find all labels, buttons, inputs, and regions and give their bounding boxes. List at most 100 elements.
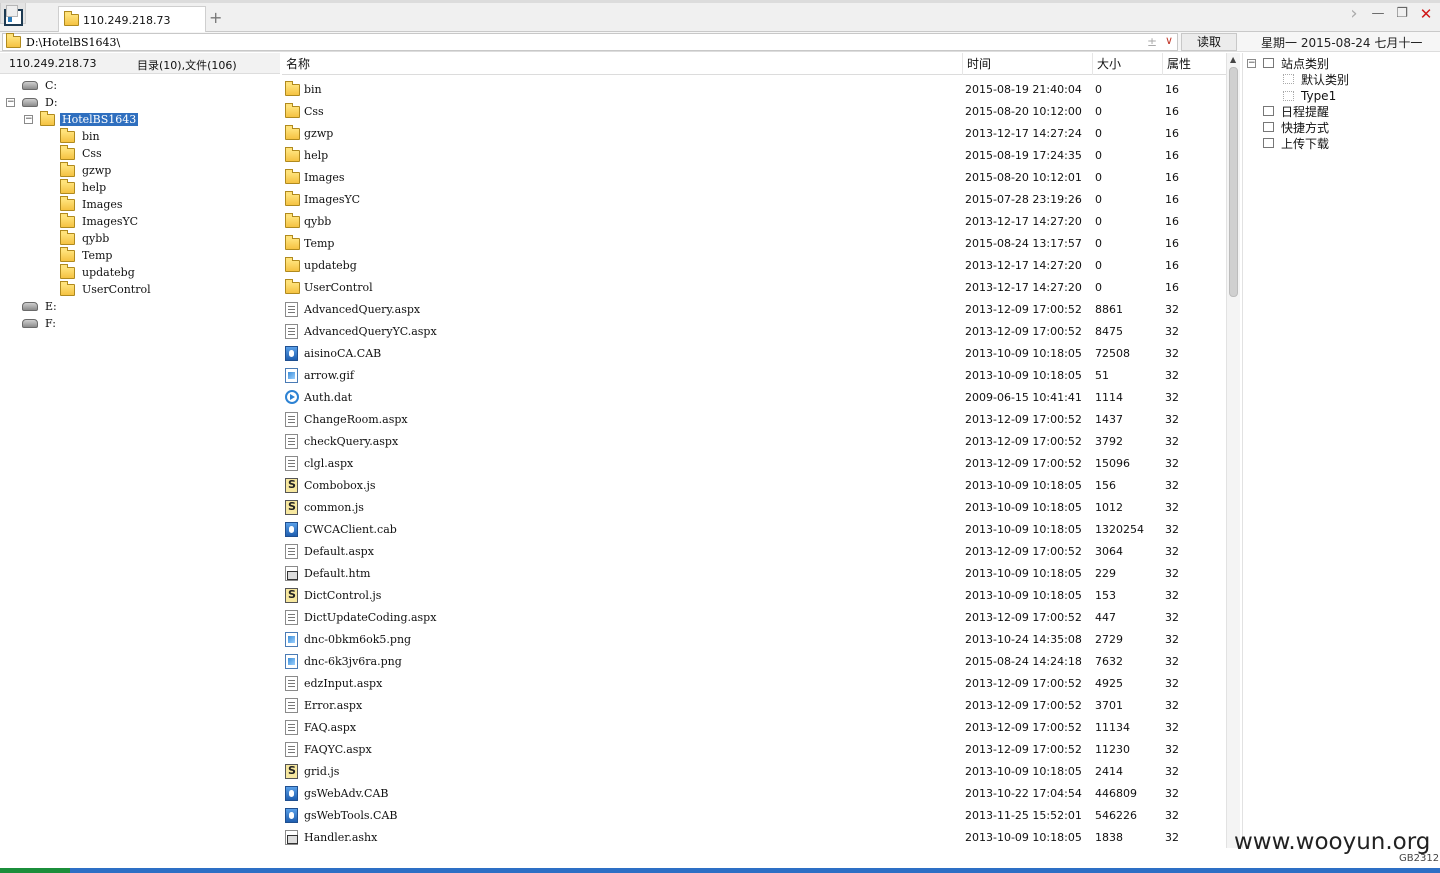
file-row[interactable]: UserControl 2013-12-17 14:27:20 0 16 <box>282 276 1226 298</box>
file-row[interactable]: common.js 2013-10-09 10:18:05 1012 32 <box>282 496 1226 518</box>
file-row[interactable]: FAQYC.aspx 2013-12-09 17:00:52 11230 32 <box>282 738 1226 760</box>
file-time: 2013-12-09 17:00:52 <box>965 699 1082 712</box>
file-row[interactable]: DictControl.js 2013-10-09 10:18:05 153 32 <box>282 584 1226 606</box>
column-name[interactable]: 名称 <box>282 53 962 75</box>
file-row[interactable]: AdvancedQuery.aspx 2013-12-09 17:00:52 886… <box>282 298 1226 320</box>
address-field[interactable]: ± ∨ <box>2 33 1178 51</box>
file-row[interactable]: help 2015-08-19 17:24:35 0 16 <box>282 144 1226 166</box>
close-button[interactable]: ✕ <box>1418 6 1434 22</box>
vertical-scrollbar[interactable]: ▲ <box>1226 53 1240 848</box>
tree-node[interactable]: C: <box>22 77 59 94</box>
file-row[interactable]: dnc-0bkm6ok5.png 2013-10-24 14:35:08 2729 3… <box>282 628 1226 650</box>
right-panel-item[interactable]: 快捷方式 <box>1263 119 1329 135</box>
file-row[interactable]: checkQuery.aspx 2013-12-09 17:00:52 3792 32 <box>282 430 1226 452</box>
file-row[interactable]: Error.aspx 2013-12-09 17:00:52 3701 32 <box>282 694 1226 716</box>
tree-node[interactable]: gzwp <box>60 161 113 179</box>
file-icon-wrap <box>285 610 298 628</box>
tree-node[interactable]: UserControl <box>60 280 153 298</box>
tree-node-label: E: <box>45 300 57 313</box>
column-time[interactable]: 时间 <box>962 53 1092 75</box>
tree-node[interactable]: ImagesYC <box>60 212 140 230</box>
tree-node[interactable]: help <box>60 178 108 196</box>
file-row[interactable]: Default.aspx 2013-12-09 17:00:52 3064 32 <box>282 540 1226 562</box>
file-icon-wrap <box>285 654 298 672</box>
column-size[interactable]: 大小 <box>1092 53 1162 75</box>
tab-active[interactable]: 110.249.218.73 <box>58 6 206 33</box>
file-row[interactable]: arrow.gif 2013-10-09 10:18:05 51 32 <box>282 364 1226 386</box>
column-attr[interactable]: 属性 <box>1162 53 1226 75</box>
file-icon-wrap <box>285 434 298 452</box>
collapse-toggle-icon[interactable]: − <box>6 98 15 107</box>
collapse-toggle-icon[interactable]: − <box>1247 59 1256 68</box>
file-row[interactable]: gsWebAdv.CAB 2013-10-22 17:04:54 446809 32 <box>282 782 1226 804</box>
right-panel-item[interactable]: 默认类别 <box>1283 71 1349 87</box>
new-tab-button[interactable]: + <box>209 8 222 27</box>
right-panel-item[interactable]: − 站点类别 <box>1247 55 1330 71</box>
file-time: 2013-10-09 10:18:05 <box>965 589 1082 602</box>
scroll-up-icon[interactable]: ▲ <box>1230 55 1236 64</box>
file-row[interactable]: bin 2015-08-19 21:40:04 0 16 <box>282 78 1226 100</box>
file-row[interactable]: Temp 2015-08-24 13:17:57 0 16 <box>282 232 1226 254</box>
address-bar: ± ∨ 读取 星期一 2015-08-24 七月十一 <box>0 32 1440 52</box>
js-file-icon <box>285 588 298 603</box>
folder-icon <box>60 280 75 296</box>
read-button[interactable]: 读取 <box>1181 33 1237 51</box>
file-row[interactable]: gsWebTools.CAB 2013-11-25 15:52:01 546226 3… <box>282 804 1226 826</box>
tree-node[interactable]: E: <box>22 298 59 315</box>
tree-node[interactable]: Css <box>60 144 104 162</box>
tree-node[interactable]: Temp <box>60 246 114 264</box>
file-name: common.js <box>304 501 364 514</box>
file-icon-wrap <box>285 346 298 364</box>
file-row[interactable]: clgl.aspx 2013-12-09 17:00:52 15096 32 <box>282 452 1226 474</box>
tree-node[interactable]: bin <box>60 127 102 145</box>
minimize-button[interactable]: — <box>1370 6 1386 22</box>
file-row[interactable]: Combobox.js 2013-10-09 10:18:05 156 32 <box>282 474 1226 496</box>
file-row[interactable]: grid.js 2013-10-09 10:18:05 2414 32 <box>282 760 1226 782</box>
tree-node[interactable]: − HotelBS1643 <box>24 110 140 128</box>
file-row[interactable]: AdvancedQueryYC.aspx 2013-12-09 17:00:52 8… <box>282 320 1226 342</box>
collapse-toggle-icon[interactable]: − <box>24 115 33 124</box>
file-row[interactable]: aisinoCA.CAB 2013-10-09 10:18:05 72508 32 <box>282 342 1226 364</box>
file-attr: 32 <box>1165 435 1179 448</box>
file-name: clgl.aspx <box>304 457 354 470</box>
file-attr: 16 <box>1165 83 1179 96</box>
file-row[interactable]: edzInput.aspx 2013-12-09 17:00:52 4925 32 <box>282 672 1226 694</box>
address-input[interactable] <box>26 35 1126 49</box>
tree-node[interactable]: − D: <box>6 94 60 111</box>
file-name: aisinoCA.CAB <box>304 347 382 360</box>
file-row[interactable]: dnc-6k3jv6ra.png 2015-08-24 14:24:18 7632 3… <box>282 650 1226 672</box>
right-panel-item-label: 站点类别 <box>1281 56 1330 71</box>
img-file-icon <box>285 368 298 383</box>
file-time: 2013-10-09 10:18:05 <box>965 369 1082 382</box>
file-row[interactable]: Auth.dat 2009-06-15 10:41:41 1114 32 <box>282 386 1226 408</box>
right-panel-item[interactable]: 上传下载 <box>1263 135 1329 151</box>
tab-bar: 110.249.218.73 + › — ❐ ✕ <box>0 0 1440 33</box>
file-time: 2015-08-20 10:12:01 <box>965 171 1082 184</box>
file-row[interactable]: updatebg 2013-12-17 14:27:20 0 16 <box>282 254 1226 276</box>
tree-node[interactable]: Images <box>60 195 125 213</box>
restore-button[interactable]: ❐ <box>1394 6 1410 22</box>
file-row[interactable]: ChangeRoom.aspx 2013-12-09 17:00:52 1437 32 <box>282 408 1226 430</box>
bookmark-icon[interactable]: ± <box>1147 35 1157 49</box>
right-panel-item[interactable]: 日程提醒 <box>1263 103 1329 119</box>
file-size: 72508 <box>1095 347 1130 360</box>
file-row[interactable]: CWCAClient.cab 2013-10-09 10:18:05 1320254… <box>282 518 1226 540</box>
file-attr: 16 <box>1165 259 1179 272</box>
file-row[interactable]: FAQ.aspx 2013-12-09 17:00:52 11134 32 <box>282 716 1226 738</box>
scroll-thumb[interactable] <box>1229 67 1238 297</box>
file-row[interactable]: Default.htm 2013-10-09 10:18:05 229 32 <box>282 562 1226 584</box>
file-row[interactable]: DictUpdateCoding.aspx 2013-12-09 17:00:52… <box>282 606 1226 628</box>
chevron-down-icon[interactable]: ∨ <box>1165 34 1173 47</box>
right-panel-item-label: 快捷方式 <box>1281 120 1330 135</box>
file-row[interactable]: qybb 2013-12-17 14:27:20 0 16 <box>282 210 1226 232</box>
file-row[interactable]: Css 2015-08-20 10:12:00 0 16 <box>282 100 1226 122</box>
file-row[interactable]: Images 2015-08-20 10:12:01 0 16 <box>282 166 1226 188</box>
file-time: 2013-12-09 17:00:52 <box>965 303 1082 316</box>
tree-node[interactable]: qybb <box>60 229 111 247</box>
tree-node[interactable]: updatebg <box>60 263 137 281</box>
forward-icon[interactable]: › <box>1346 5 1362 23</box>
file-row[interactable]: Handler.ashx 2013-10-09 10:18:05 1838 32 <box>282 826 1226 848</box>
tree-node[interactable]: F: <box>22 315 58 332</box>
file-row[interactable]: ImagesYC 2015-07-28 23:19:26 0 16 <box>282 188 1226 210</box>
file-row[interactable]: gzwp 2013-12-17 14:27:24 0 16 <box>282 122 1226 144</box>
